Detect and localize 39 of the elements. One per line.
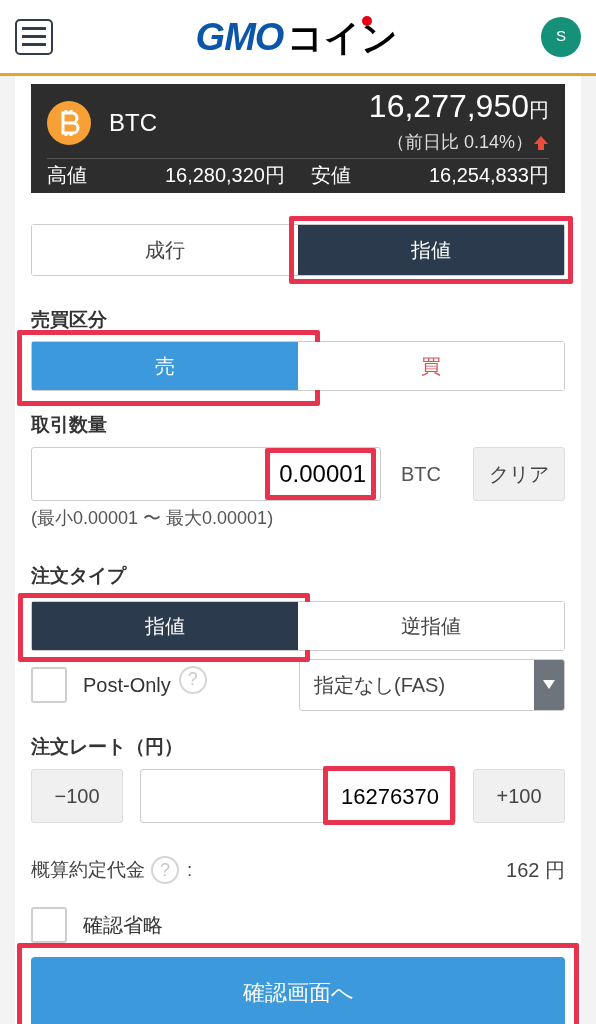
section-label: 取引数量 <box>31 412 108 437</box>
logo-suffix: コイン <box>287 19 399 56</box>
menu-button[interactable] <box>15 18 53 55</box>
quantity-range: (最小0.00001 〜 最大0.00001) <box>31 507 275 530</box>
price-unit: 円 <box>529 98 549 123</box>
quantity-unit: BTC <box>401 462 441 487</box>
bitcoin-icon <box>47 101 91 145</box>
dropdown-caret-icon <box>534 659 564 710</box>
time-in-force-select[interactable]: 指定なし(FAS) <box>299 658 565 711</box>
price-change: （前日比 0.14%） <box>386 131 533 154</box>
low-price: 16,254,833円 <box>428 163 549 188</box>
logo-brand: GMO <box>195 17 284 56</box>
minus-button[interactable]: −100 <box>31 769 123 823</box>
clear-button[interactable]: クリア <box>473 447 565 501</box>
checkbox[interactable] <box>31 666 67 703</box>
order-type-option[interactable]: 指値 <box>32 601 298 650</box>
estimate-label: 概算約定代金 <box>31 857 145 882</box>
low-label: 安値 <box>311 163 351 188</box>
high-price: 16,280,320円 <box>164 163 285 188</box>
high-label: 高値 <box>47 163 87 188</box>
colon: : <box>187 857 193 882</box>
estimate-value: 162 円 <box>506 858 565 883</box>
plus-button[interactable]: +100 <box>473 769 565 823</box>
quantity-value: 0.00001 <box>279 456 366 492</box>
skip-confirm-label: 確認省略 <box>83 913 163 938</box>
quantity-field[interactable]: 0.00001 <box>31 447 381 501</box>
post-only-label: Post-Only <box>83 672 171 698</box>
current-price: 16,277,950 <box>368 90 529 122</box>
avatar[interactable]: S <box>541 16 581 57</box>
checkbox[interactable] <box>31 907 67 943</box>
coin-symbol: BTC <box>109 108 157 138</box>
order-tab[interactable]: 指値 <box>298 225 564 275</box>
up-arrow-icon <box>533 134 549 151</box>
section-label: 売買区分 <box>31 308 108 332</box>
rate-field[interactable]: 16276370 <box>140 769 456 823</box>
section-label: 注文タイプ <box>31 564 128 588</box>
rate-value: 16276370 <box>341 779 439 813</box>
select-value: 指定なし(FAS) <box>313 672 446 698</box>
section-label: 注文レート（円） <box>31 734 184 759</box>
